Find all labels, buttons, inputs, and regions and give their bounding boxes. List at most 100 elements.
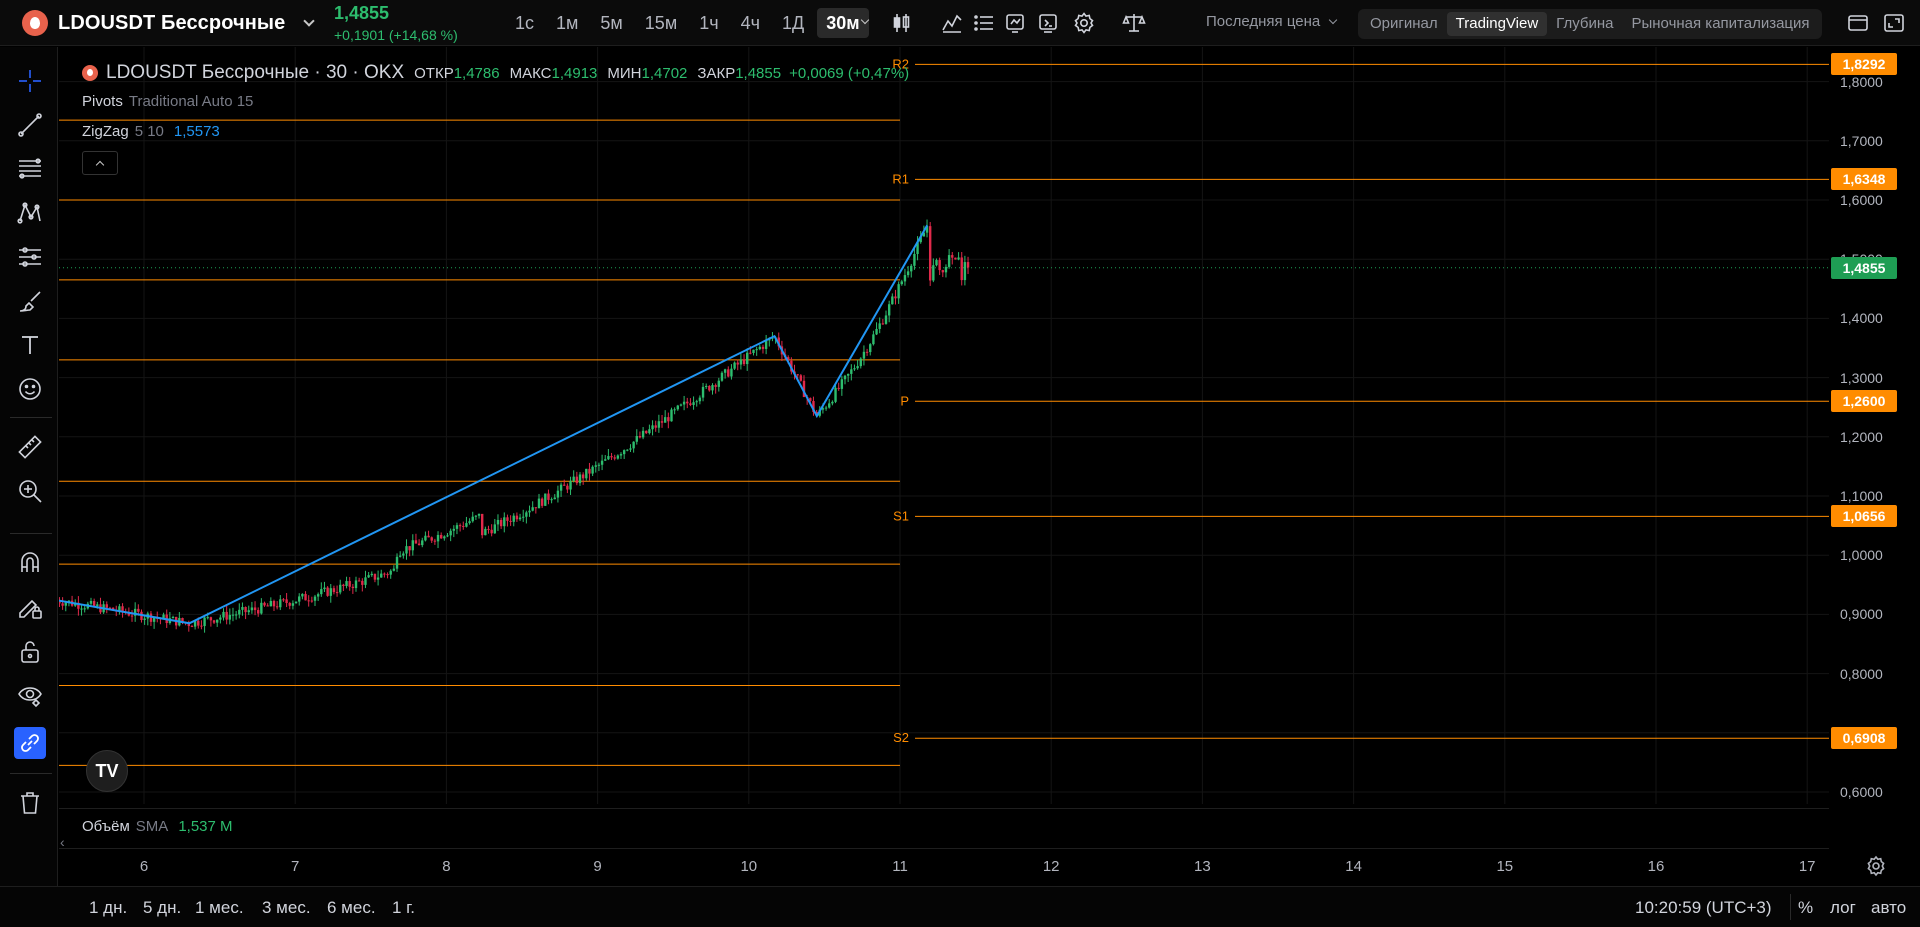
candle-body	[433, 540, 437, 542]
link-icon[interactable]	[14, 727, 46, 759]
interval-1h[interactable]: 1ч	[690, 8, 727, 38]
candle-body	[682, 401, 686, 405]
interval-1d[interactable]: 1Д	[773, 8, 813, 38]
candle-body	[272, 600, 276, 607]
chart-canvas: R2R1PS1S2	[59, 47, 1829, 804]
candle-body	[884, 315, 888, 324]
candle-body	[638, 436, 642, 438]
emoji-icon[interactable]	[14, 373, 46, 405]
candle-type-icon[interactable]	[890, 11, 914, 35]
gear-icon[interactable]	[1072, 11, 1096, 35]
candle-body	[897, 284, 900, 299]
replay-icon[interactable]	[1036, 11, 1060, 35]
compare-scales-icon[interactable]	[1122, 11, 1146, 35]
candle-body	[421, 540, 424, 546]
candle-body	[446, 535, 449, 537]
text-icon[interactable]	[14, 329, 46, 361]
legend-change: +0,0069 (+0,47%)	[789, 64, 910, 82]
candle-body	[219, 617, 222, 620]
interval-30m[interactable]: 30м	[817, 8, 869, 38]
range-5d[interactable]: 5 дн.	[143, 898, 181, 918]
candle-body	[903, 275, 907, 282]
candle-body	[512, 515, 515, 522]
candle-body	[831, 401, 834, 404]
pivots-indicator-legend[interactable]: Pivots Traditional Auto 15	[82, 93, 253, 110]
candle-body	[389, 570, 392, 575]
candle-body	[200, 625, 203, 627]
clock-timezone[interactable]: 10:20:59 (UTC+3)	[1635, 898, 1772, 918]
tab-market-cap[interactable]: Рыночная капитализация	[1622, 12, 1818, 36]
volume-pane	[59, 808, 1829, 848]
candle-body	[361, 580, 364, 585]
indicators-icon[interactable]	[940, 11, 964, 35]
interval-15m[interactable]: 15м	[636, 8, 686, 38]
tab-tradingview[interactable]: TradingView	[1446, 12, 1548, 36]
candle-body	[600, 460, 604, 465]
pattern-icon[interactable]	[14, 197, 46, 229]
price-chart[interactable]: R2 R1 P S1 S2	[59, 47, 1829, 804]
tab-depth[interactable]: Глубина	[1547, 12, 1622, 36]
tab-original[interactable]: Оригинал	[1361, 12, 1447, 36]
range-3m[interactable]: 3 мес.	[262, 898, 311, 918]
candle-body	[395, 556, 399, 569]
fib-retracement-icon[interactable]	[14, 153, 46, 185]
time-tick-label: 9	[593, 858, 602, 875]
legend-open-label: ОТКР	[414, 64, 454, 82]
list-settings-icon[interactable]	[972, 11, 996, 35]
candle-body	[452, 528, 456, 531]
percent-scale-toggle[interactable]: %	[1798, 898, 1813, 918]
axis-settings-icon[interactable]	[1864, 854, 1888, 878]
candle-body	[462, 525, 465, 527]
zigzag-indicator-legend[interactable]: ZigZag 5 10 1,5573	[82, 123, 220, 140]
time-tick-label: 15	[1496, 858, 1514, 875]
interval-5m[interactable]: 5м	[591, 8, 631, 38]
candle-body	[80, 608, 83, 610]
candle-body	[619, 454, 623, 456]
log-scale-toggle[interactable]: лог	[1830, 898, 1856, 918]
candle-body	[837, 387, 840, 389]
price-tag-r2: 1,8292	[1831, 53, 1897, 76]
zoom-in-icon[interactable]	[14, 475, 46, 507]
interval-1m[interactable]: 1м	[547, 8, 587, 38]
candle-body	[253, 607, 257, 611]
tradingview-logo[interactable]: TV	[86, 750, 128, 792]
candle-body	[641, 430, 645, 438]
brush-icon[interactable]	[14, 285, 46, 317]
trend-line-icon[interactable]	[14, 109, 46, 141]
candle-body	[370, 573, 373, 576]
candle-body	[575, 476, 579, 484]
fullscreen-icon[interactable]	[1882, 11, 1906, 35]
range-1d[interactable]: 1 дн.	[89, 898, 127, 918]
price-tick-label: 1,8000	[1840, 73, 1883, 90]
candle-body	[471, 516, 474, 522]
interval-4h[interactable]: 4ч	[732, 8, 769, 38]
volume-legend[interactable]: Объём SMA 1,537 M	[82, 818, 233, 835]
trash-icon[interactable]	[14, 787, 46, 819]
prediction-icon[interactable]	[14, 241, 46, 273]
unlock-icon[interactable]	[14, 635, 46, 667]
range-1m[interactable]: 1 мес.	[195, 898, 244, 918]
symbol-selector[interactable]: LDOUSDT Бессрочные	[22, 10, 315, 36]
lock-drawing-icon[interactable]	[14, 591, 46, 623]
time-axis[interactable]	[59, 848, 1829, 884]
candle-body	[474, 515, 478, 517]
range-6m[interactable]: 6 мес.	[327, 898, 376, 918]
candle-body	[531, 507, 534, 511]
legend-collapse-button[interactable]	[82, 151, 118, 175]
symbol-name: LDOUSDT Бессрочные	[58, 11, 286, 34]
magnet-icon[interactable]	[14, 547, 46, 579]
legend-title[interactable]: LDOUSDT Бессрочные · 30 · OKX	[106, 62, 404, 84]
candle-body	[301, 593, 304, 597]
price-source-dropdown[interactable]: Последняя цена	[1206, 13, 1338, 30]
alert-icon[interactable]	[1004, 11, 1028, 35]
eye-icon[interactable]	[14, 679, 46, 711]
candle-body	[667, 417, 670, 422]
ruler-icon[interactable]	[14, 431, 46, 463]
range-1y[interactable]: 1 г.	[392, 898, 415, 918]
layout-icon[interactable]	[1846, 11, 1870, 35]
auto-scale-toggle[interactable]: авто	[1871, 898, 1906, 918]
crosshair-icon[interactable]	[14, 65, 46, 97]
candle-body	[250, 607, 254, 611]
interval-1s[interactable]: 1с	[506, 8, 543, 38]
candle-body	[588, 468, 591, 474]
